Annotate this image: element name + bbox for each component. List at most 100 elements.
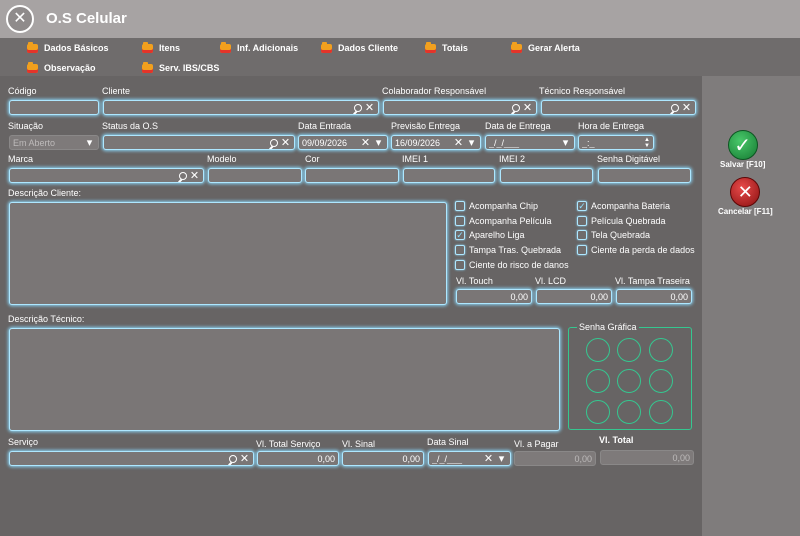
- colaborador-field[interactable]: ✕: [383, 100, 537, 115]
- chevron-down-icon[interactable]: ▾: [466, 137, 477, 149]
- servico-label: Serviço: [8, 437, 39, 447]
- checkbox-label: Tela Quebrada: [591, 230, 651, 240]
- descricao-cliente-textarea[interactable]: [9, 202, 447, 305]
- search-icon[interactable]: [671, 103, 679, 112]
- tab-totais[interactable]: Totais: [425, 41, 468, 55]
- search-icon[interactable]: [179, 171, 187, 180]
- search-icon[interactable]: [354, 103, 362, 112]
- spinner-icon[interactable]: ▲ ▼: [644, 137, 650, 149]
- acompanha-bateria-checkbox[interactable]: ✓ Acompanha Bateria: [577, 201, 670, 211]
- chevron-down-icon[interactable]: ▾: [496, 453, 507, 465]
- search-icon[interactable]: [270, 138, 278, 147]
- checkbox-box[interactable]: [455, 201, 465, 211]
- data-sinal-field[interactable]: _/_/___ ✕ ▾: [428, 451, 511, 466]
- pattern-dot[interactable]: [617, 369, 641, 393]
- tampa-tras-quebrada-checkbox[interactable]: Tampa Tras. Quebrada: [455, 245, 561, 255]
- senha-digital-field[interactable]: [598, 168, 691, 183]
- save-button[interactable]: ✓ Salvar [F10]: [720, 130, 765, 169]
- checkbox-box[interactable]: [455, 245, 465, 255]
- vl-touch-field[interactable]: 0,00: [456, 289, 532, 304]
- pattern-dot[interactable]: [649, 369, 673, 393]
- checkmark-icon: ✓: [727, 130, 758, 160]
- clear-icon[interactable]: ✕: [189, 170, 200, 182]
- close-icon[interactable]: ✕: [6, 5, 34, 33]
- checkbox-label: Acompanha Bateria: [591, 201, 671, 211]
- acompanha-pelicula-checkbox[interactable]: Acompanha Película: [455, 216, 552, 226]
- pattern-lock[interactable]: [568, 327, 692, 430]
- chevron-down-icon[interactable]: ▾: [84, 137, 95, 149]
- senha-digital-label: Senha Digitável: [597, 154, 661, 164]
- checkbox-box[interactable]: [455, 260, 465, 270]
- previsao-field[interactable]: 16/09/2026 ✕ ▾: [391, 135, 481, 150]
- pattern-dot[interactable]: [586, 400, 610, 424]
- tab-itens[interactable]: Itens: [142, 41, 180, 55]
- vl-total-servico-field[interactable]: 0,00: [257, 451, 339, 466]
- checkbox-box[interactable]: [577, 230, 587, 240]
- acompanha-chip-checkbox[interactable]: Acompanha Chip: [455, 201, 538, 211]
- vl-tampa-label: Vl. Tampa Traseira: [615, 276, 690, 286]
- tab-gerar-alerta[interactable]: Gerar Alerta: [511, 41, 580, 55]
- data-entrada-value: 09/09/2026: [302, 137, 348, 148]
- pattern-dot[interactable]: [586, 338, 610, 362]
- tab-dados-cliente[interactable]: Dados Cliente: [321, 41, 398, 55]
- imei1-field[interactable]: [403, 168, 495, 183]
- clear-icon[interactable]: ✕: [453, 137, 464, 149]
- pattern-dot[interactable]: [649, 338, 673, 362]
- tab-label: Observação: [44, 63, 96, 73]
- checkbox-box[interactable]: [577, 216, 587, 226]
- pattern-dot[interactable]: [617, 400, 641, 424]
- checkbox-box[interactable]: [455, 216, 465, 226]
- cancel-button[interactable]: ✕ Cancelar [F11]: [718, 177, 773, 216]
- tab-dados-basicos[interactable]: Dados Básicos: [27, 41, 109, 55]
- codigo-field[interactable]: [9, 100, 99, 115]
- marca-field[interactable]: ✕: [9, 168, 204, 183]
- pattern-dot[interactable]: [617, 338, 641, 362]
- vl-sinal-label: Vl. Sinal: [342, 439, 376, 449]
- cor-field[interactable]: [305, 168, 399, 183]
- data-entrega-label: Data de Entrega: [485, 121, 551, 131]
- pattern-dot[interactable]: [586, 369, 610, 393]
- tab-observacao[interactable]: Observação: [27, 61, 96, 75]
- data-entrega-field[interactable]: _/_/___ ▾: [485, 135, 575, 150]
- ciente-perda-dados-checkbox[interactable]: Ciente da perda de dados: [577, 245, 695, 255]
- descricao-tecnico-textarea[interactable]: [9, 328, 560, 431]
- clear-icon[interactable]: ✕: [522, 102, 533, 114]
- ciente-risco-danos-checkbox[interactable]: Ciente do risco de danos: [455, 260, 569, 270]
- checkmark-icon[interactable]: ✓: [577, 201, 587, 211]
- data-entrada-field[interactable]: 09/09/2026 ✕ ▾: [298, 135, 388, 150]
- previsao-value: 16/09/2026: [395, 137, 441, 148]
- clear-icon[interactable]: ✕: [483, 453, 494, 465]
- descricao-tecnico-label: Descrição Técnico:: [8, 314, 85, 324]
- status-field[interactable]: ✕: [103, 135, 295, 150]
- imei1-label: IMEI 1: [402, 154, 429, 164]
- servico-field[interactable]: ✕: [9, 451, 254, 466]
- clear-icon[interactable]: ✕: [280, 137, 291, 149]
- situacao-select[interactable]: Em Aberto ▾: [9, 135, 99, 150]
- hora-entrega-field[interactable]: _:_ ▲ ▼: [578, 135, 654, 150]
- clear-icon[interactable]: ✕: [681, 102, 692, 114]
- chevron-down-icon[interactable]: ▾: [560, 137, 571, 149]
- checkmark-icon[interactable]: ✓: [455, 230, 465, 240]
- vl-tampa-field[interactable]: 0,00: [616, 289, 692, 304]
- clear-icon[interactable]: ✕: [360, 137, 371, 149]
- modelo-field[interactable]: [208, 168, 302, 183]
- tab-label: Serv. IBS/CBS: [159, 63, 220, 73]
- tab-serv-ibs-cbs[interactable]: Serv. IBS/CBS: [142, 61, 219, 75]
- clear-icon[interactable]: ✕: [364, 102, 375, 114]
- pattern-dot[interactable]: [649, 400, 673, 424]
- tecnico-field[interactable]: ✕: [541, 100, 696, 115]
- chevron-down-icon[interactable]: ▾: [373, 137, 384, 149]
- aparelho-liga-checkbox[interactable]: ✓ Aparelho Liga: [455, 230, 525, 240]
- clear-icon[interactable]: ✕: [239, 453, 250, 465]
- search-icon[interactable]: [229, 454, 237, 463]
- cliente-field[interactable]: ✕: [103, 100, 379, 115]
- vl-lcd-field[interactable]: 0,00: [536, 289, 612, 304]
- tela-quebrada-checkbox[interactable]: Tela Quebrada: [577, 230, 650, 240]
- pelicula-quebrada-checkbox[interactable]: Película Quebrada: [577, 216, 666, 226]
- imei2-field[interactable]: [500, 168, 593, 183]
- tab-inf-adicionais[interactable]: Inf. Adicionais: [220, 41, 298, 55]
- vl-sinal-field[interactable]: 0,00: [342, 451, 424, 466]
- hora-entrega-value: _:_: [582, 137, 595, 148]
- checkbox-box[interactable]: [577, 245, 587, 255]
- search-icon[interactable]: [512, 103, 520, 112]
